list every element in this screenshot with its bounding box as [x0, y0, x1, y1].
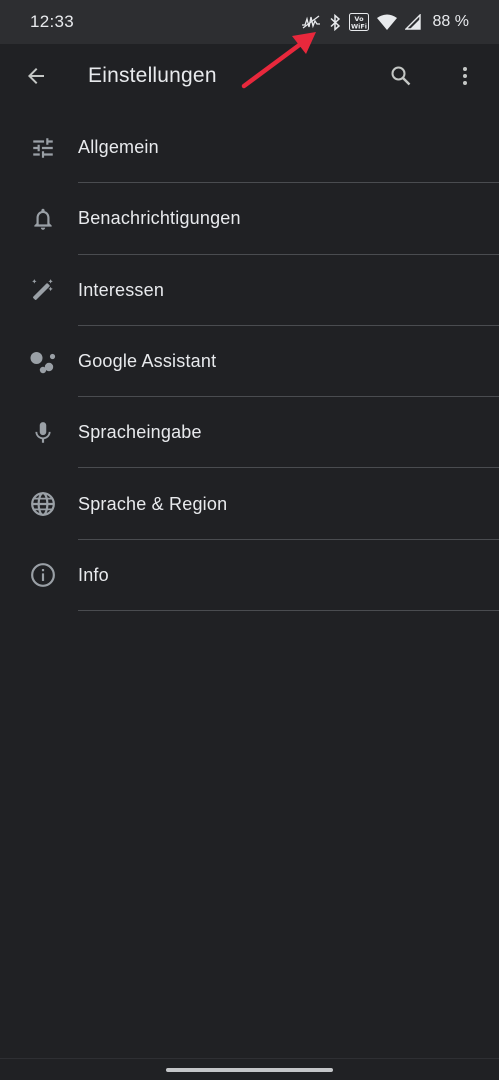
tune-icon	[29, 134, 57, 162]
settings-item-label: Google Assistant	[78, 351, 217, 372]
search-button[interactable]	[379, 56, 423, 100]
vowifi-icon: Vo WiFi	[348, 13, 369, 31]
status-time: 12:33	[30, 12, 75, 31]
magic-wand-icon	[29, 276, 57, 304]
arrow-back-icon	[24, 64, 48, 93]
settings-item-spracheingabe[interactable]: Spracheingabe	[0, 397, 499, 469]
page-title: Einstellungen	[88, 64, 217, 87]
search-icon	[389, 64, 413, 93]
settings-item-label: Info	[78, 564, 109, 585]
settings-item-allgemein[interactable]: Allgemein	[0, 112, 499, 184]
assistant-icon	[29, 348, 57, 376]
settings-item-info[interactable]: Info	[0, 540, 499, 612]
mic-icon	[29, 419, 57, 447]
settings-screen: 12:33 Vo WiFi 88 % Einstellungen Allgeme…	[0, 0, 499, 1080]
signal-icon	[404, 14, 421, 30]
info-icon	[29, 561, 57, 589]
battery-percentage: 88 %	[432, 13, 469, 30]
settings-item-interessen[interactable]: Interessen	[0, 255, 499, 326]
back-button[interactable]	[14, 56, 58, 100]
settings-item-label: Interessen	[78, 279, 165, 300]
settings-list: Allgemein Benachrichtigungen Interessen …	[0, 112, 499, 612]
bluetooth-icon	[329, 13, 341, 31]
settings-item-label: Spracheingabe	[78, 422, 202, 443]
gesture-handle[interactable]	[166, 1068, 333, 1072]
settings-item-label: Sprache & Region	[78, 493, 228, 514]
globe-icon	[29, 490, 57, 518]
bell-icon	[29, 205, 57, 233]
more-options-button[interactable]	[443, 56, 487, 100]
svg-text:WiFi: WiFi	[350, 23, 366, 31]
annotation-arrow	[241, 32, 316, 89]
settings-item-benachrichtigungen[interactable]: Benachrichtigungen	[0, 183, 499, 255]
divider	[78, 610, 499, 612]
more-vert-icon	[453, 64, 477, 93]
settings-item-label: Benachrichtigungen	[78, 208, 241, 229]
settings-item-google-assistant[interactable]: Google Assistant	[0, 326, 499, 398]
navigation-bar	[0, 1058, 499, 1080]
wifi-icon	[376, 14, 397, 30]
settings-item-sprache-region[interactable]: Sprache & Region	[0, 468, 499, 540]
settings-item-label: Allgemein	[78, 137, 159, 158]
